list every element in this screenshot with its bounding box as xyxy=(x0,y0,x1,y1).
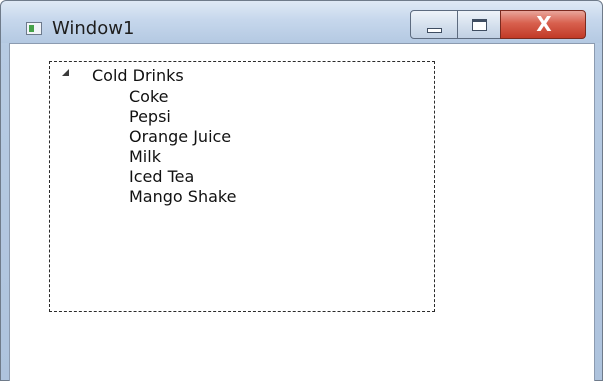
close-button[interactable]: X xyxy=(500,10,586,39)
tree-item-coke[interactable]: Coke xyxy=(129,87,169,107)
close-icon: X xyxy=(536,12,552,36)
minimize-button[interactable] xyxy=(410,10,458,39)
tree-item-mango-shake[interactable]: Mango Shake xyxy=(129,187,236,207)
minimize-icon xyxy=(427,28,442,33)
maximize-icon xyxy=(472,19,487,31)
tree-node-label[interactable]: Cold Drinks xyxy=(92,65,184,87)
expand-collapse-icon[interactable] xyxy=(62,69,69,76)
tree-item-milk[interactable]: Milk xyxy=(129,147,161,167)
tree-item-orange-juice[interactable]: Orange Juice xyxy=(129,127,231,147)
caption-buttons: X xyxy=(410,10,586,39)
window-client-area: Cold Drinks Coke Pepsi Orange Juice Milk… xyxy=(9,43,595,381)
maximize-button[interactable] xyxy=(457,10,501,39)
tree-item-pepsi[interactable]: Pepsi xyxy=(129,107,171,127)
window-title: Window1 xyxy=(52,18,135,39)
window-frame: Window1 X Cold Drinks Coke Pepsi Orange … xyxy=(0,0,603,381)
window-app-icon[interactable] xyxy=(26,22,42,35)
tree-view[interactable]: Cold Drinks Coke Pepsi Orange Juice Milk… xyxy=(49,61,435,312)
title-bar[interactable]: Window1 X xyxy=(1,1,602,43)
tree-item-iced-tea[interactable]: Iced Tea xyxy=(129,167,194,187)
